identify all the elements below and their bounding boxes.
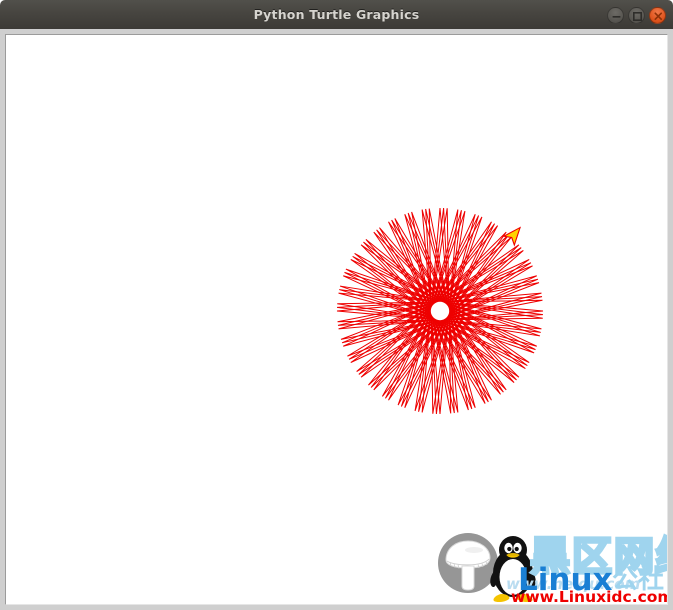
window-frame: 黑区网络 www.heiqu.com Linux 公社 www.Linuxidc… <box>0 29 673 610</box>
canvas-background <box>6 35 667 604</box>
minimize-button[interactable] <box>607 6 624 24</box>
maximize-button[interactable] <box>628 6 645 24</box>
window-title: Python Turtle Graphics <box>253 7 420 22</box>
close-button[interactable] <box>649 6 666 24</box>
minimize-icon <box>612 15 621 18</box>
turtle-graphics-window: Python Turtle Graphics 黑区网 www.heiqu.com… <box>0 0 673 610</box>
star-center-hole <box>430 301 450 321</box>
turtle-drawing <box>6 35 667 604</box>
turtle-canvas-area[interactable]: 黑区网络 www.heiqu.com Linux 公社 www.Linuxidc… <box>5 34 668 605</box>
window-controls <box>607 6 666 24</box>
title-bar[interactable]: Python Turtle Graphics <box>0 0 673 29</box>
close-icon <box>654 11 663 20</box>
maximize-icon <box>633 11 643 21</box>
